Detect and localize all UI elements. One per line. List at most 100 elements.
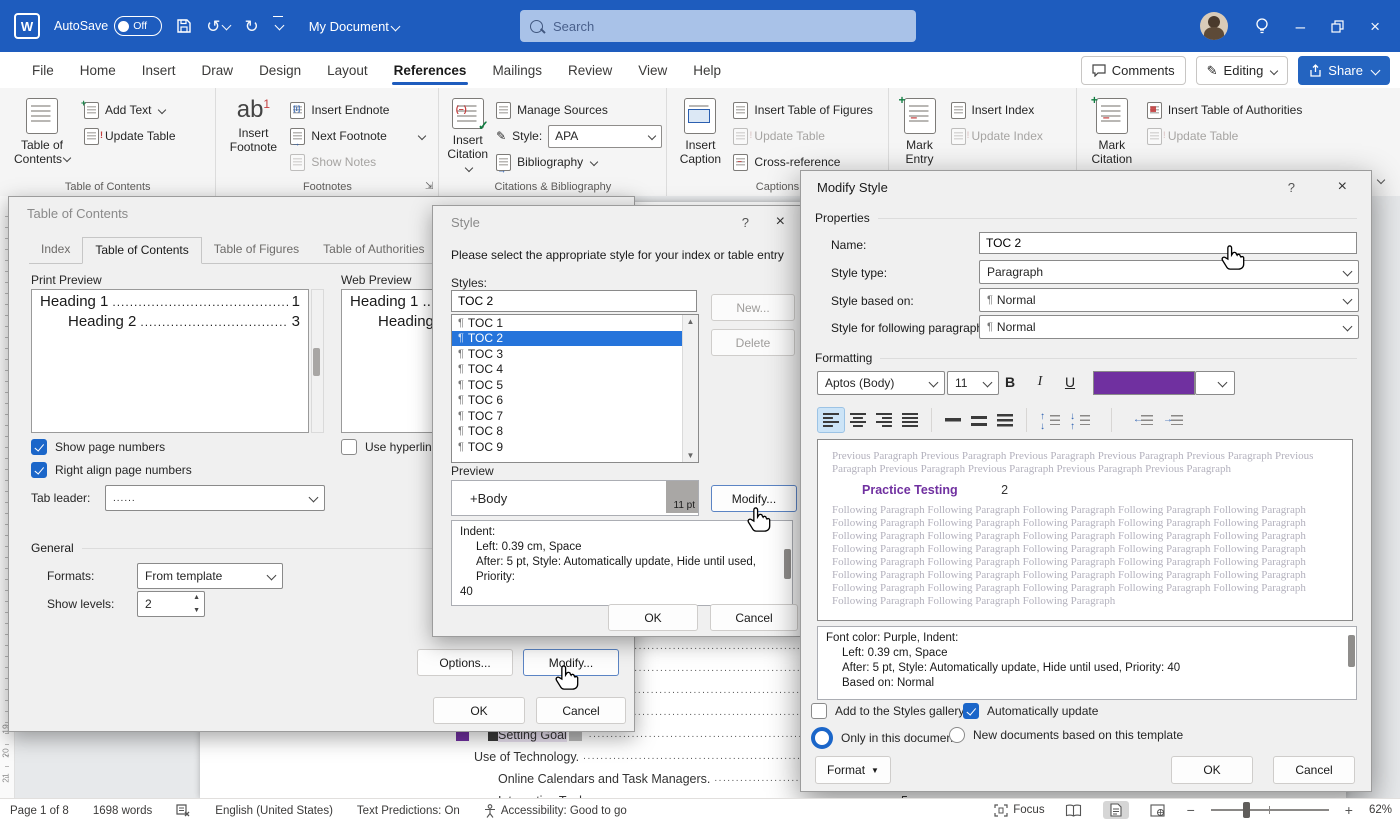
word-app-icon[interactable]: W	[14, 13, 40, 39]
single-spacing-button[interactable]	[940, 408, 966, 432]
insert-footnote-button[interactable]: ab1 Insert Footnote	[224, 94, 282, 176]
following-paragraph-select[interactable]: ¶Normal	[979, 315, 1359, 339]
tab-references[interactable]: References	[382, 56, 479, 85]
double-spacing-button[interactable]	[992, 408, 1018, 432]
mark-entry-button[interactable]: + – Mark Entry	[897, 94, 943, 176]
font-family-select[interactable]: Aptos (Body)	[817, 371, 945, 395]
list-item-selected[interactable]: ¶TOC 2	[452, 331, 698, 347]
tab-layout[interactable]: Layout	[315, 56, 380, 85]
delete-style-button[interactable]: Delete	[711, 329, 795, 356]
italic-button[interactable]: I	[1027, 370, 1053, 394]
formats-select[interactable]: From template	[137, 563, 283, 589]
zoom-level[interactable]: 62%	[1369, 804, 1392, 816]
font-size-select[interactable]: 11	[947, 371, 999, 395]
font-color-dropdown[interactable]	[1195, 371, 1235, 395]
insert-table-of-authorities-button[interactable]: ▦ Insert Table of Authorities	[1147, 100, 1303, 120]
insert-index-button[interactable]: Insert Index	[951, 100, 1043, 120]
editing-mode-button[interactable]: ✎ Editing	[1196, 56, 1289, 85]
accessibility-status[interactable]: Accessibility: Good to go	[484, 804, 627, 818]
update-table-captions-button[interactable]: ! Update Table	[733, 126, 873, 146]
list-scrollbar[interactable]: ▲▼	[682, 315, 698, 462]
based-on-select[interactable]: ¶Normal	[979, 288, 1359, 312]
style-name-field[interactable]	[979, 232, 1357, 254]
next-footnote-button[interactable]: → Next Footnote	[290, 126, 424, 146]
show-page-numbers-checkbox[interactable]	[31, 439, 47, 455]
autosave-toggle[interactable]: AutoSave Off	[54, 16, 162, 36]
style-ok-button[interactable]: OK	[608, 604, 698, 631]
description-scroll-thumb[interactable]	[1348, 635, 1355, 667]
close-button[interactable]: ×	[1370, 18, 1380, 35]
read-mode-button[interactable]	[1061, 801, 1087, 819]
show-notes-button[interactable]: Show Notes	[290, 152, 424, 172]
text-predictions[interactable]: Text Predictions: On	[357, 805, 460, 817]
add-gallery-checkbox[interactable]	[811, 703, 827, 719]
use-hyperlinks-row[interactable]: Use hyperlinks	[341, 439, 444, 455]
font-color-swatch[interactable]	[1093, 371, 1195, 395]
zoom-slider[interactable]	[1211, 809, 1329, 811]
one-half-spacing-button[interactable]	[966, 408, 992, 432]
new-style-button[interactable]: New...	[711, 294, 795, 321]
share-button[interactable]: Share	[1298, 56, 1390, 85]
list-item[interactable]: ¶TOC 5	[452, 377, 698, 393]
options-button[interactable]: Options...	[417, 649, 513, 676]
user-avatar[interactable]	[1200, 12, 1228, 40]
tab-view[interactable]: View	[626, 56, 679, 85]
lightbulb-icon[interactable]	[1254, 17, 1270, 35]
print-layout-button[interactable]	[1103, 801, 1129, 819]
align-left-button[interactable]	[817, 407, 845, 433]
zoom-in-button[interactable]: +	[1345, 802, 1353, 818]
tab-table-of-contents[interactable]: Table of Contents	[82, 237, 201, 264]
tab-help[interactable]: Help	[681, 56, 733, 85]
format-menu-button[interactable]: Format▼	[815, 756, 891, 784]
word-count[interactable]: 1698 words	[93, 805, 152, 817]
close-icon[interactable]: ×	[776, 214, 785, 230]
tab-leader-select[interactable]: ......	[105, 485, 325, 511]
save-icon[interactable]	[176, 18, 192, 34]
modify-ok-button[interactable]: OK	[1171, 756, 1253, 784]
toc-cancel-button[interactable]: Cancel	[536, 697, 626, 724]
list-item[interactable]: ¶TOC 7	[452, 408, 698, 424]
align-right-button[interactable]	[871, 408, 897, 432]
style-cancel-button[interactable]: Cancel	[710, 604, 798, 631]
redo-icon[interactable]: ↻	[244, 18, 258, 35]
document-title[interactable]: My Document	[309, 19, 399, 34]
proofing-errors-icon[interactable]	[176, 804, 191, 817]
comments-button[interactable]: Comments	[1081, 56, 1186, 85]
new-docs-row[interactable]: New documents based on this template	[949, 727, 1183, 743]
web-layout-button[interactable]	[1145, 801, 1171, 819]
modify-cancel-button[interactable]: Cancel	[1273, 756, 1355, 784]
style-name-input[interactable]	[451, 290, 697, 312]
align-center-button[interactable]	[845, 408, 871, 432]
tab-file[interactable]: File	[20, 56, 66, 85]
page-indicator[interactable]: Page 1 of 8	[10, 805, 69, 817]
bibliography-button[interactable]: → Bibliography	[496, 152, 662, 172]
zoom-slider-thumb[interactable]	[1243, 802, 1250, 818]
show-page-numbers-row[interactable]: Show page numbers	[31, 439, 165, 455]
mark-citation-button[interactable]: + – Mark Citation	[1085, 94, 1139, 176]
right-align-row[interactable]: Right align page numbers	[31, 462, 192, 478]
increase-indent-button[interactable]: →	[1158, 408, 1188, 432]
tab-insert[interactable]: Insert	[130, 56, 188, 85]
update-index-button[interactable]: ! Update Index	[951, 126, 1043, 146]
insert-table-of-figures-button[interactable]: Insert Table of Figures	[733, 100, 873, 120]
help-icon[interactable]: ?	[742, 215, 749, 230]
table-of-contents-button[interactable]: Table of Contents	[8, 94, 76, 176]
print-preview-scrollbar[interactable]	[311, 289, 324, 433]
update-table-button[interactable]: ! Update Table	[84, 126, 176, 146]
search-input[interactable]	[551, 18, 855, 35]
help-icon[interactable]: ?	[1288, 180, 1295, 195]
focus-mode-button[interactable]: Focus	[994, 804, 1044, 817]
insert-caption-button[interactable]: Insert Caption	[675, 94, 725, 176]
list-item[interactable]: ¶TOC 4	[452, 362, 698, 378]
manage-sources-button[interactable]: Manage Sources	[496, 100, 662, 120]
align-justify-button[interactable]	[897, 408, 923, 432]
add-text-button[interactable]: + Add Text	[84, 100, 176, 120]
tab-draw[interactable]: Draw	[190, 56, 246, 85]
search-box[interactable]	[520, 10, 916, 42]
tab-review[interactable]: Review	[556, 56, 624, 85]
use-hyperlinks-checkbox[interactable]	[341, 439, 357, 455]
tab-mailings[interactable]: Mailings	[480, 56, 554, 85]
language-indicator[interactable]: English (United States)	[215, 805, 333, 817]
tab-table-of-authorities[interactable]: Table of Authorities	[311, 237, 436, 263]
spinner-down-icon[interactable]: ▼	[193, 607, 200, 614]
